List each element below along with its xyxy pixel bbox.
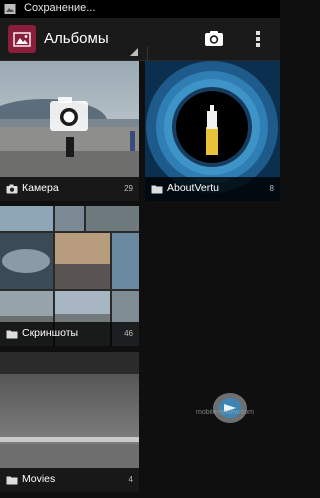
album-tile-camera[interactable]: Камера 29 [0, 61, 139, 201]
album-caption: Movies 4 [0, 468, 139, 492]
status-bar: Сохранение... [0, 0, 280, 18]
camera-icon[interactable] [198, 28, 228, 50]
album-caption: AboutVertu 8 [145, 177, 280, 201]
gallery-app-icon[interactable] [8, 25, 36, 53]
album-tile-aboutvertu[interactable]: AboutVertu 8 [145, 61, 280, 201]
folder-icon [151, 185, 163, 194]
gallery-notification-icon [4, 4, 16, 14]
folder-icon [6, 330, 18, 339]
album-count: 29 [124, 184, 133, 193]
watermark-text: mobile-review.com [196, 409, 254, 416]
album-caption: Скриншоты 46 [0, 322, 139, 346]
album-count: 4 [128, 475, 133, 484]
album-name: Камера [22, 182, 59, 194]
album-name: Movies [22, 473, 56, 485]
album-name: Скриншоты [22, 327, 79, 339]
status-text: Сохранение... [24, 2, 96, 14]
album-caption: Камера 29 [0, 177, 139, 201]
gallery-icon [13, 31, 31, 47]
album-tile-movies[interactable]: Movies 4 [0, 352, 139, 492]
folder-icon [6, 476, 18, 485]
album-count: 46 [124, 329, 133, 338]
album-spinner-title[interactable]: Альбомы [44, 30, 109, 47]
action-bar: Альбомы [0, 18, 280, 68]
album-count: 8 [269, 184, 274, 193]
album-tile-screenshots[interactable]: Скриншоты 46 [0, 206, 139, 346]
overflow-menu-icon[interactable] [248, 27, 268, 51]
album-name: AboutVertu [167, 182, 219, 194]
camera-icon [6, 184, 18, 194]
spinner-arrow-icon[interactable] [130, 48, 138, 56]
